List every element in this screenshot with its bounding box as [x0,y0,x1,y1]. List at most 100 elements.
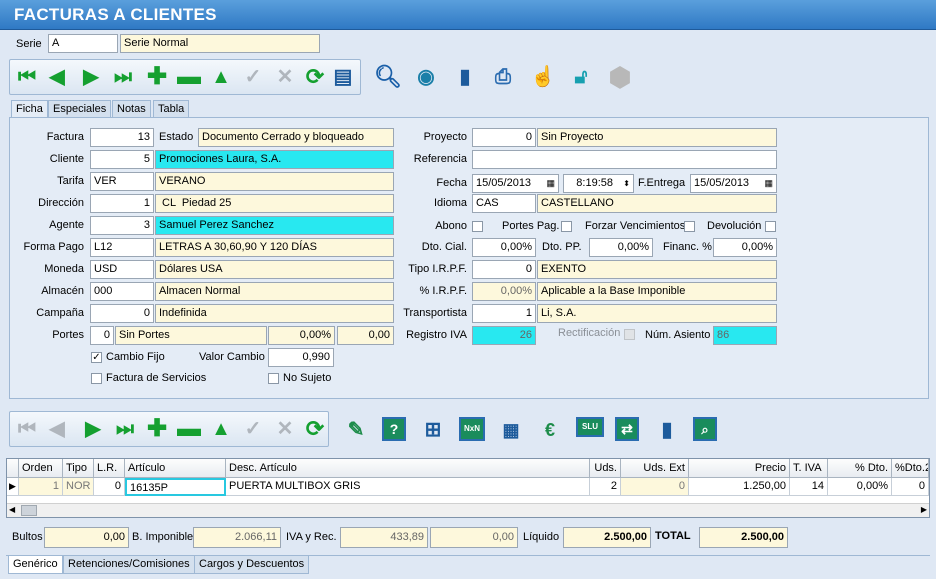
column-header[interactable]: Uds. [590,459,621,478]
transfer-icon[interactable]: ⇄ [615,417,639,441]
abono-checkbox[interactable] [472,221,483,232]
scroll-right-icon[interactable]: ▶ [921,505,927,514]
tab-cargos[interactable]: Cargos y Descuentos [194,556,310,574]
forzar-checkbox[interactable] [684,221,695,232]
devolucion-checkbox[interactable] [765,221,776,232]
no-sujeto-checkbox[interactable] [268,373,279,384]
dto-pp-input[interactable]: 0,00% [589,238,653,257]
add-icon[interactable]: ✚ [144,416,170,442]
door-icon[interactable]: ▮ [452,64,478,90]
stop-icon[interactable]: ⬢ [607,64,633,90]
agente-code-input[interactable]: 3 [90,216,154,235]
cliente-code-input[interactable]: 5 [90,150,154,169]
almacen-code-input[interactable]: 000 [90,282,154,301]
printer-icon[interactable]: ⎙ [490,64,516,90]
prev-icon[interactable]: ◀ [44,64,70,90]
fentrega-input[interactable]: 15/05/2013 ▦ [690,174,777,193]
transportista-code-input[interactable]: 1 [472,304,536,323]
factura-number-input[interactable]: 13 [90,128,154,147]
table-cell[interactable]: 0 [94,478,125,496]
serie-code-input[interactable]: A [48,34,118,53]
delete-icon[interactable]: ▬ [176,416,202,442]
cancel-icon[interactable]: ✕ [272,64,298,90]
up-icon[interactable]: ▲ [208,416,234,442]
list-icon[interactable]: ▤ [330,64,356,90]
tab-notas[interactable]: Notas [112,100,151,118]
hora-input[interactable]: 8:19:58 ⬍ [563,174,634,193]
column-header[interactable]: T. IVA [790,459,828,478]
first-icon[interactable]: ⏮ [14,64,40,90]
table-cell[interactable]: 1.250,00 [689,478,790,496]
cambio-fijo-checkbox[interactable]: ✓ [91,352,102,363]
column-header[interactable]: Tipo [63,459,94,478]
proyecto-code-input[interactable]: 0 [472,128,536,147]
moneda-code-input[interactable]: USD [90,260,154,279]
add-icon[interactable]: ✚ [144,64,170,90]
column-header[interactable]: Orden [19,459,63,478]
factura-servicios-checkbox[interactable] [91,373,102,384]
exit-icon[interactable]: ▮ [654,417,680,443]
help-icon[interactable]: ? [382,417,406,441]
confirm-icon[interactable]: ✓ [240,64,266,90]
unlock-icon[interactable]: 🔓︎ [568,64,594,90]
zoom-icon[interactable]: ⌕ [693,417,717,441]
column-header[interactable]: Desc. Artículo [226,459,590,478]
formapago-code-input[interactable]: L12 [90,238,154,257]
scrollbar-thumb[interactable] [21,505,37,516]
edit-icon[interactable]: ✎ [343,417,369,443]
table-cell[interactable]: 14 [790,478,828,496]
table-cell[interactable]: NOR [63,478,94,496]
next-icon[interactable]: ▶ [80,416,106,442]
refresh-icon[interactable]: ⟳ [302,416,328,442]
table-cell[interactable]: 2 [590,478,621,496]
direccion-code-input[interactable]: 1 [90,194,154,213]
tree-icon[interactable]: ⊞ [420,417,446,443]
first-icon[interactable]: ⏮ [14,416,40,442]
horizontal-scrollbar[interactable]: ◀ ▶ [7,503,929,517]
campana-code-input[interactable]: 0 [90,304,154,323]
signal-icon[interactable]: ◉ [413,64,439,90]
slu-icon[interactable]: SLU [576,417,604,437]
tab-tabla[interactable]: Tabla [153,100,190,118]
dto-cial-input[interactable]: 0,00% [472,238,536,257]
calendar-icon[interactable]: ▦ [546,175,555,192]
search-icon[interactable]: 🔍︎ [374,64,402,90]
portes-code-input[interactable]: 0 [90,326,114,345]
tab-especiales[interactable]: Especiales [48,100,112,118]
referencia-input[interactable] [472,150,777,169]
tipo-irpf-code-input[interactable]: 0 [472,260,536,279]
last-icon[interactable]: ⏭ [112,416,138,442]
calendar-icon[interactable]: ▦ [764,175,773,192]
column-header[interactable]: Precio [689,459,790,478]
last-icon[interactable]: ⏭ [110,64,136,90]
portes-pag-checkbox[interactable] [561,221,572,232]
scroll-left-icon[interactable]: ◀ [9,505,15,514]
nxn-icon[interactable]: NxN [459,417,485,441]
table-cell[interactable]: 16135P [125,478,226,496]
idioma-code-input[interactable]: CAS [472,194,536,213]
valor-cambio-input[interactable]: 0,990 [268,348,334,367]
hand-icon[interactable]: ☝ [530,64,556,90]
column-header[interactable]: Uds. Ext [621,459,689,478]
calculator-icon[interactable]: ▦ [498,417,524,443]
prev-icon[interactable]: ◀ [44,416,70,442]
confirm-icon[interactable]: ✓ [240,416,266,442]
financ-input[interactable]: 0,00% [713,238,777,257]
column-header[interactable]: %Dto.2 [892,459,929,478]
table-cell[interactable]: 0,00% [828,478,892,496]
spin-icon[interactable]: ⬍ [623,175,630,192]
refresh-icon[interactable]: ⟳ [302,64,328,90]
table-cell[interactable]: PUERTA MULTIBOX GRIS [226,478,590,496]
column-header[interactable]: Artículo [125,459,226,478]
currency-icon[interactable]: € [537,417,563,443]
next-icon[interactable]: ▶ [78,64,104,90]
cancel-icon[interactable]: ✕ [272,416,298,442]
delete-icon[interactable]: ▬ [176,64,202,90]
column-header[interactable]: % Dto. [828,459,892,478]
fecha-input[interactable]: 15/05/2013 ▦ [472,174,559,193]
up-icon[interactable]: ▲ [208,64,234,90]
table-cell[interactable]: 0 [892,478,929,496]
table-cell[interactable]: 1 [19,478,63,496]
tab-retenciones[interactable]: Retenciones/Comisiones [63,556,195,574]
tab-generico[interactable]: Genérico [8,556,63,574]
